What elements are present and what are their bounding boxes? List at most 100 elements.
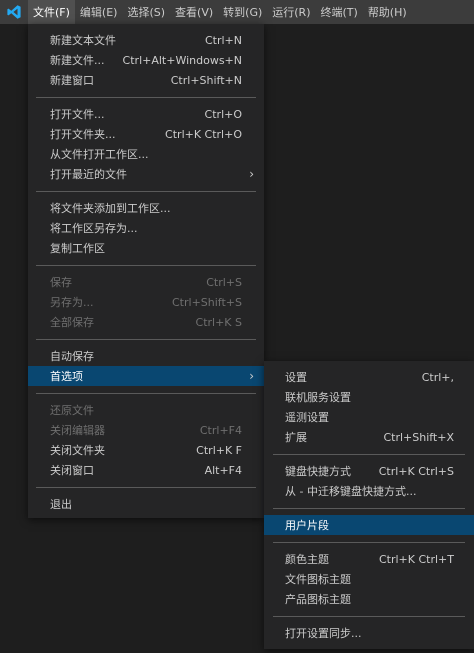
menu-selection[interactable]: 选择(S) — [122, 0, 170, 24]
preferences-submenu: 设置 Ctrl+, 联机服务设置 遥测设置 扩展 Ctrl+Shift+X 键盘… — [264, 361, 474, 649]
menu-item-label: 自动保存 — [50, 350, 94, 363]
menu-separator — [273, 508, 465, 509]
menu-item-shortcut: Ctrl+K Ctrl+S — [378, 464, 454, 478]
menu-item-shortcut: Alt+F4 — [204, 463, 242, 477]
menu-item-shortcut: Ctrl+K Ctrl+T — [378, 552, 454, 566]
menu-item-user-snippets[interactable]: 用户片段 — [264, 515, 474, 535]
menu-separator — [36, 393, 256, 394]
menu-item-label: 扩展 — [285, 431, 307, 444]
menu-help[interactable]: 帮助(H) — [363, 0, 412, 24]
menu-item-label: 首选项 — [50, 370, 83, 383]
menu-item-new-window[interactable]: 新建窗口 Ctrl+Shift+N — [28, 70, 264, 90]
menu-view[interactable]: 查看(V) — [170, 0, 218, 24]
menu-item-label: 打开设置同步... — [285, 627, 362, 640]
menu-item-preferences[interactable]: 首选项 › — [28, 366, 264, 386]
menu-item-label: 遥测设置 — [285, 411, 329, 424]
menu-item-shortcut: Ctrl+K Ctrl+O — [165, 127, 242, 141]
menu-item-label: 新建文件... — [50, 54, 105, 67]
menu-item-keyboard-shortcuts[interactable]: 键盘快捷方式 Ctrl+K Ctrl+S — [264, 461, 474, 481]
menu-item-shortcut: Ctrl+Shift+X — [383, 430, 454, 444]
menu-item-label: 打开最近的文件 — [50, 168, 127, 181]
menu-item-label: 复制工作区 — [50, 242, 105, 255]
menu-item-shortcut: Ctrl+Alt+Windows+N — [122, 53, 242, 67]
menu-item-label: 文件图标主题 — [285, 573, 351, 586]
menu-item-label: 设置 — [285, 371, 307, 384]
menu-item-shortcut: Ctrl+Shift+N — [170, 73, 242, 87]
menu-item-close-folder[interactable]: 关闭文件夹 Ctrl+K F — [28, 440, 264, 460]
menu-item-open-folder[interactable]: 打开文件夹... Ctrl+K Ctrl+O — [28, 124, 264, 144]
menu-separator — [36, 97, 256, 98]
menu-item-new-text-file[interactable]: 新建文本文件 Ctrl+N — [28, 30, 264, 50]
menu-run[interactable]: 运行(R) — [267, 0, 315, 24]
menu-item-label: 关闭窗口 — [50, 464, 94, 477]
menu-item-label: 从 - 中迁移键盘快捷方式... — [285, 485, 417, 498]
menu-separator — [36, 487, 256, 488]
menu-item-label: 全部保存 — [50, 316, 94, 329]
menu-item-product-icon-theme[interactable]: 产品图标主题 — [264, 589, 474, 609]
menu-separator — [36, 339, 256, 340]
menu-item-save-all: 全部保存 Ctrl+K S — [28, 312, 264, 332]
menu-item-close-window[interactable]: 关闭窗口 Alt+F4 — [28, 460, 264, 480]
menu-item-label: 打开文件... — [50, 108, 105, 121]
chevron-right-icon: › — [249, 167, 254, 181]
menu-item-migrate-keymaps[interactable]: 从 - 中迁移键盘快捷方式... — [264, 481, 474, 501]
menu-item-open-workspace[interactable]: 从文件打开工作区... — [28, 144, 264, 164]
menu-item-telemetry-settings[interactable]: 遥测设置 — [264, 407, 474, 427]
title-bar: 文件(F) 编辑(E) 选择(S) 查看(V) 转到(G) 运行(R) 终端(T… — [0, 0, 474, 24]
menu-item-shortcut: Ctrl+Shift+S — [172, 295, 242, 309]
menu-item-label: 颜色主题 — [285, 553, 329, 566]
menu-item-color-theme[interactable]: 颜色主题 Ctrl+K Ctrl+T — [264, 549, 474, 569]
menu-item-shortcut: Ctrl+O — [204, 107, 242, 121]
menu-separator — [36, 265, 256, 266]
menu-item-save-workspace-as[interactable]: 将工作区另存为... — [28, 218, 264, 238]
menu-item-label: 产品图标主题 — [285, 593, 351, 606]
menu-item-duplicate-workspace[interactable]: 复制工作区 — [28, 238, 264, 258]
chevron-right-icon: › — [249, 369, 254, 383]
menu-file[interactable]: 文件(F) — [28, 0, 75, 24]
menu-item-settings[interactable]: 设置 Ctrl+, — [264, 367, 474, 387]
menu-item-auto-save[interactable]: 自动保存 — [28, 346, 264, 366]
menu-item-label: 还原文件 — [50, 404, 94, 417]
menu-separator — [36, 191, 256, 192]
menu-item-label: 新建文本文件 — [50, 34, 116, 47]
vscode-logo-icon — [0, 0, 28, 24]
menu-go[interactable]: 转到(G) — [218, 0, 267, 24]
menu-separator — [273, 616, 465, 617]
menu-item-file-icon-theme[interactable]: 文件图标主题 — [264, 569, 474, 589]
menu-item-save-as: 另存为... Ctrl+Shift+S — [28, 292, 264, 312]
menu-item-label: 用户片段 — [285, 519, 329, 532]
menu-item-open-recent[interactable]: 打开最近的文件 › — [28, 164, 264, 184]
menu-item-settings-sync[interactable]: 打开设置同步... — [264, 623, 474, 643]
menu-item-shortcut: Ctrl+K S — [195, 315, 242, 329]
menu-item-label: 从文件打开工作区... — [50, 148, 149, 161]
menu-item-label: 键盘快捷方式 — [285, 465, 351, 478]
menu-item-label: 联机服务设置 — [285, 391, 351, 404]
menu-item-label: 将工作区另存为... — [50, 222, 138, 235]
menu-item-shortcut: Ctrl+N — [204, 33, 242, 47]
menu-item-extensions[interactable]: 扩展 Ctrl+Shift+X — [264, 427, 474, 447]
menu-terminal[interactable]: 终端(T) — [316, 0, 363, 24]
menu-item-add-folder-to-workspace[interactable]: 将文件夹添加到工作区... — [28, 198, 264, 218]
file-menu: 新建文本文件 Ctrl+N 新建文件... Ctrl+Alt+Windows+N… — [28, 24, 264, 518]
menu-item-label: 新建窗口 — [50, 74, 94, 87]
menu-item-exit[interactable]: 退出 — [28, 494, 264, 514]
menu-item-label: 保存 — [50, 276, 72, 289]
menu-item-open-file[interactable]: 打开文件... Ctrl+O — [28, 104, 264, 124]
menu-item-new-file[interactable]: 新建文件... Ctrl+Alt+Windows+N — [28, 50, 264, 70]
menu-item-save: 保存 Ctrl+S — [28, 272, 264, 292]
menu-separator — [273, 542, 465, 543]
menu-item-shortcut: Ctrl+S — [206, 275, 242, 289]
menu-item-label: 将文件夹添加到工作区... — [50, 202, 171, 215]
menu-item-revert-file: 还原文件 — [28, 400, 264, 420]
menu-separator — [273, 454, 465, 455]
menu-item-shortcut: Ctrl+F4 — [199, 423, 242, 437]
menu-edit[interactable]: 编辑(E) — [75, 0, 123, 24]
menu-item-label: 另存为... — [50, 296, 94, 309]
menu-item-online-services-settings[interactable]: 联机服务设置 — [264, 387, 474, 407]
menu-item-close-editor: 关闭编辑器 Ctrl+F4 — [28, 420, 264, 440]
menu-item-label: 打开文件夹... — [50, 128, 116, 141]
menu-item-label: 退出 — [50, 498, 72, 511]
menu-item-label: 关闭文件夹 — [50, 444, 105, 457]
menu-item-shortcut: Ctrl+, — [421, 370, 454, 384]
menu-item-label: 关闭编辑器 — [50, 424, 105, 437]
